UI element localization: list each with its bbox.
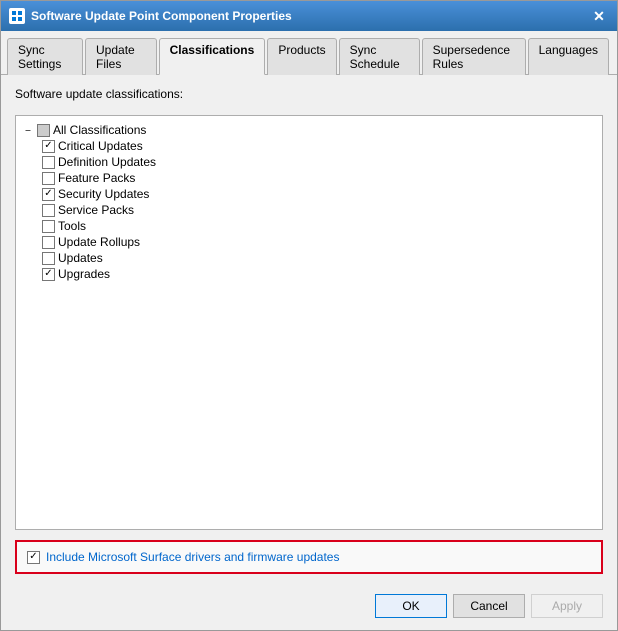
update-rollups-checkbox[interactable] [42, 236, 55, 249]
tree-item-updates[interactable]: Updates [22, 250, 596, 266]
tree-item-feature-packs[interactable]: Feature Packs [22, 170, 596, 186]
surface-checkbox[interactable] [27, 551, 40, 564]
apply-button[interactable]: Apply [531, 594, 603, 618]
updates-checkbox[interactable] [42, 252, 55, 265]
updates-label: Updates [58, 251, 103, 265]
tab-products[interactable]: Products [267, 38, 336, 75]
tab-languages[interactable]: Languages [528, 38, 609, 75]
title-bar: Software Update Point Component Properti… [1, 1, 617, 31]
all-classifications-label: All Classifications [53, 123, 146, 137]
critical-updates-checkbox[interactable] [42, 140, 55, 153]
expand-icon[interactable]: ⎯ [22, 124, 34, 136]
tab-update-files[interactable]: Update Files [85, 38, 157, 75]
tree-item-service-packs[interactable]: Service Packs [22, 202, 596, 218]
security-updates-label: Security Updates [58, 187, 149, 201]
tree-root: ⎯ All Classifications Critical Updates D… [22, 122, 596, 282]
tab-supersedence-rules[interactable]: Supersedence Rules [422, 38, 526, 75]
definition-updates-label: Definition Updates [58, 155, 156, 169]
footer: OK Cancel Apply [1, 586, 617, 630]
critical-updates-label: Critical Updates [58, 139, 143, 153]
tools-checkbox[interactable] [42, 220, 55, 233]
title-text: Software Update Point Component Properti… [31, 9, 589, 23]
tree-root-item[interactable]: ⎯ All Classifications [22, 122, 596, 138]
all-classifications-checkbox[interactable] [37, 124, 50, 137]
surface-label-plain: Include Microsoft Surface drivers [46, 550, 224, 564]
main-window: Software Update Point Component Properti… [0, 0, 618, 631]
window-icon [9, 8, 25, 24]
tree-item-update-rollups[interactable]: Update Rollups [22, 234, 596, 250]
definition-updates-checkbox[interactable] [42, 156, 55, 169]
classification-tree: ⎯ All Classifications Critical Updates D… [15, 115, 603, 530]
surface-label-link[interactable]: and firmware updates [224, 550, 339, 564]
upgrades-label: Upgrades [58, 267, 110, 281]
update-rollups-label: Update Rollups [58, 235, 140, 249]
tab-sync-schedule[interactable]: Sync Schedule [339, 38, 420, 75]
service-packs-checkbox[interactable] [42, 204, 55, 217]
security-updates-checkbox[interactable] [42, 188, 55, 201]
feature-packs-label: Feature Packs [58, 171, 135, 185]
tree-item-upgrades[interactable]: Upgrades [22, 266, 596, 282]
surface-label: Include Microsoft Surface drivers and fi… [46, 550, 339, 564]
tree-item-security-updates[interactable]: Security Updates [22, 186, 596, 202]
tree-item-definition-updates[interactable]: Definition Updates [22, 154, 596, 170]
upgrades-checkbox[interactable] [42, 268, 55, 281]
feature-packs-checkbox[interactable] [42, 172, 55, 185]
cancel-button[interactable]: Cancel [453, 594, 525, 618]
tree-item-tools[interactable]: Tools [22, 218, 596, 234]
tab-classifications[interactable]: Classifications [159, 38, 266, 75]
tab-sync-settings[interactable]: Sync Settings [7, 38, 83, 75]
tree-item-critical-updates[interactable]: Critical Updates [22, 138, 596, 154]
content-area: Software update classifications: ⎯ All C… [1, 75, 617, 586]
section-label: Software update classifications: [15, 87, 603, 101]
tools-label: Tools [58, 219, 86, 233]
surface-section: Include Microsoft Surface drivers and fi… [15, 540, 603, 574]
ok-button[interactable]: OK [375, 594, 447, 618]
close-button[interactable]: ✕ [589, 6, 609, 26]
tab-bar: Sync Settings Update Files Classificatio… [1, 31, 617, 75]
service-packs-label: Service Packs [58, 203, 134, 217]
